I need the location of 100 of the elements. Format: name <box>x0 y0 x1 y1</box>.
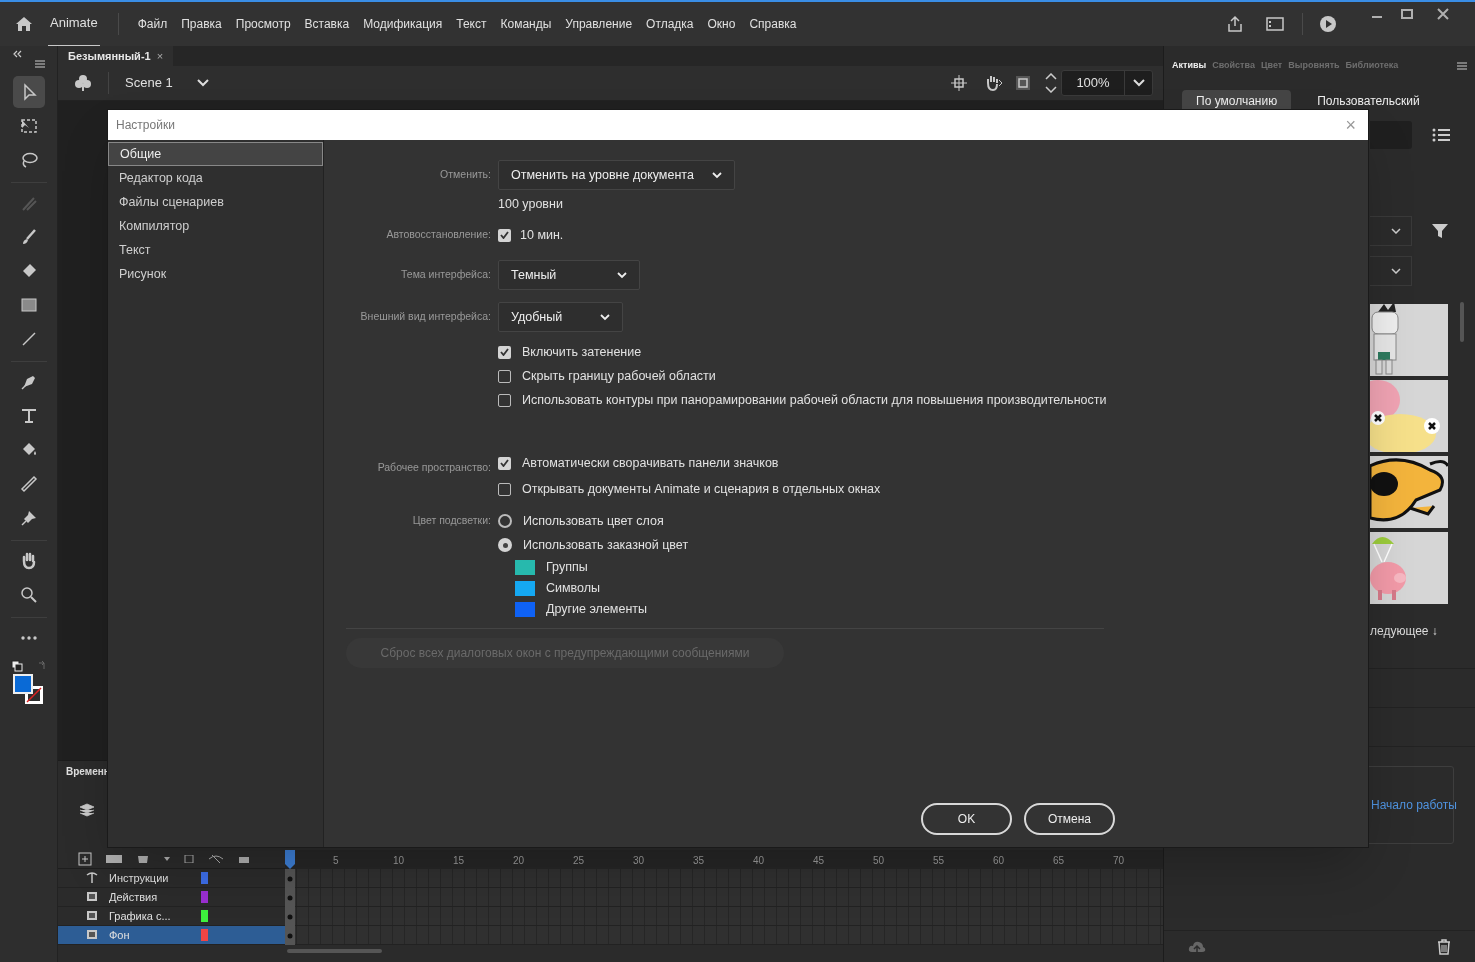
close-icon[interactable] <box>1437 8 1449 20</box>
radio-button[interactable] <box>498 538 512 552</box>
zoom-tool-icon <box>18 585 39 605</box>
frame-number: 10 <box>393 854 405 868</box>
field-label: Рабочее пространство: <box>377 461 491 474</box>
filter-icon[interactable] <box>1432 223 1448 239</box>
maximize-icon[interactable] <box>1401 8 1413 20</box>
layer-icon <box>86 929 98 941</box>
get-started-link[interactable]: Начало работы <box>1371 796 1457 814</box>
edit-symbols-icon[interactable] <box>74 74 92 92</box>
fill-color-swatch[interactable] <box>12 674 33 694</box>
chevron-down-icon <box>1391 228 1401 234</box>
frame-number: 5 <box>333 854 339 868</box>
clip-stage-icon[interactable] <box>1015 75 1031 91</box>
center-stage-icon[interactable] <box>951 75 967 91</box>
category-item[interactable]: Компилятор <box>108 214 323 238</box>
more-tool-icon <box>20 636 37 640</box>
tab-close-button[interactable]: × <box>156 47 164 65</box>
subtab[interactable]: По умолчанию <box>1182 90 1292 112</box>
stepper-icon[interactable] <box>1045 73 1057 93</box>
category-item[interactable]: Файлы сценариев <box>108 190 323 214</box>
chevron-down-icon <box>1391 268 1401 274</box>
collapse-icon[interactable] <box>12 50 22 58</box>
scrollbar-thumb[interactable] <box>287 949 382 953</box>
checkbox[interactable] <box>498 483 511 496</box>
category-item[interactable]: Рисунок <box>108 262 323 286</box>
menu-item[interactable]: Правка <box>174 15 229 33</box>
field-label: Отменить: <box>440 168 491 181</box>
panel-icon[interactable] <box>1266 17 1284 31</box>
home-icon[interactable] <box>15 16 33 32</box>
menu-item[interactable]: Окно <box>700 15 743 33</box>
theme-dropdown[interactable]: Темный <box>498 260 640 290</box>
scene-name[interactable]: Scene 1 <box>125 73 173 93</box>
eye-hidden-icon[interactable] <box>208 855 224 863</box>
document-tab[interactable]: Безымянный-1 × <box>58 46 174 66</box>
select-tool-button[interactable] <box>12 76 45 108</box>
checkbox[interactable] <box>498 369 511 383</box>
checkbox[interactable] <box>498 393 511 407</box>
menu-item[interactable]: Управление <box>558 15 640 33</box>
ok-button[interactable]: OK <box>921 803 1012 835</box>
scrollbar-thumb[interactable] <box>1460 302 1464 342</box>
layer-row[interactable]: Действия <box>58 888 285 907</box>
checkbox-label: Автоматически сворачивать панели значков <box>522 454 779 472</box>
checkbox[interactable] <box>498 456 511 470</box>
load-more-link[interactable]: ледующее ↓ <box>1370 622 1475 640</box>
stroke-color-swatch[interactable] <box>24 686 43 704</box>
undo-dropdown[interactable]: Отменить на уровне документа <box>498 160 735 190</box>
share-icon[interactable] <box>1226 15 1244 33</box>
field-label: Тема интерфейса: <box>400 268 491 281</box>
frame-number: 20 <box>513 854 525 868</box>
cancel-button[interactable]: Отмена <box>1024 803 1115 835</box>
outline-icon[interactable] <box>184 855 194 863</box>
panel-menu-icon[interactable] <box>1457 62 1467 70</box>
checkbox[interactable] <box>498 228 511 242</box>
color-swatch[interactable] <box>515 581 535 596</box>
field-label: Внешний вид интерфейса: <box>360 310 491 323</box>
playhead-icon[interactable] <box>285 850 295 869</box>
category-item[interactable]: Общие <box>108 142 323 166</box>
menu-item[interactable]: Файл <box>130 15 175 33</box>
menu-item[interactable]: Модификация <box>356 15 450 33</box>
checkbox-label: Открывать документы Animate и сценария в отдельных окнах <box>522 481 881 499</box>
keyframe-icon[interactable] <box>285 869 295 888</box>
menu-item[interactable]: Вставка <box>297 15 357 33</box>
swap-colors-icon[interactable] <box>10 660 23 672</box>
cloud-upload-icon[interactable] <box>1188 939 1206 954</box>
menu-item[interactable]: Команды <box>493 15 559 33</box>
keyframe-icon[interactable] <box>285 926 295 945</box>
chevron-down-icon[interactable] <box>196 79 209 87</box>
list-view-icon[interactable] <box>1432 128 1450 142</box>
layers-icon[interactable] <box>79 803 95 817</box>
zoom-field[interactable]: 100% <box>1061 70 1153 96</box>
caret-icon[interactable] <box>164 857 170 861</box>
menu-item[interactable]: Просмотр <box>228 15 298 33</box>
subtab[interactable]: Пользовательский <box>1303 90 1434 112</box>
reset-arrow-icon[interactable] <box>36 660 47 670</box>
chevron-down-icon <box>617 271 627 279</box>
menu-item[interactable]: Текст <box>449 15 494 33</box>
layer-row[interactable]: Фон <box>58 926 285 945</box>
menu-icon[interactable] <box>35 60 45 68</box>
checkbox-label: Использовать контуры при панорамировании рабочей области для повышения производительности <box>522 391 1107 409</box>
color-swatch[interactable] <box>515 602 535 617</box>
add-layer-icon[interactable] <box>78 852 92 866</box>
eyedropper-tool-icon <box>18 474 39 494</box>
layer-icon <box>86 891 98 903</box>
menu-item[interactable]: Справка <box>742 15 804 33</box>
delete-layer-icon[interactable] <box>136 855 150 863</box>
panel-tab[interactable]: Активы <box>1172 59 1207 73</box>
appearance-dropdown[interactable]: Удобный <box>498 302 623 332</box>
chevron-down-icon <box>600 313 610 321</box>
play-icon[interactable] <box>1319 15 1337 33</box>
radio-button[interactable] <box>498 514 512 528</box>
category-item[interactable]: Текст <box>108 238 323 262</box>
checkbox[interactable] <box>498 345 511 359</box>
category-item[interactable]: Редактор кода <box>108 166 323 190</box>
trash-icon[interactable] <box>1437 938 1451 955</box>
layer-row[interactable]: Инструкции <box>58 869 285 888</box>
menu-item[interactable]: Отладка <box>639 15 701 33</box>
field-label: Цвет подсветки: <box>412 514 491 526</box>
color-swatch[interactable] <box>515 560 535 575</box>
chevron-down-icon <box>712 171 722 179</box>
